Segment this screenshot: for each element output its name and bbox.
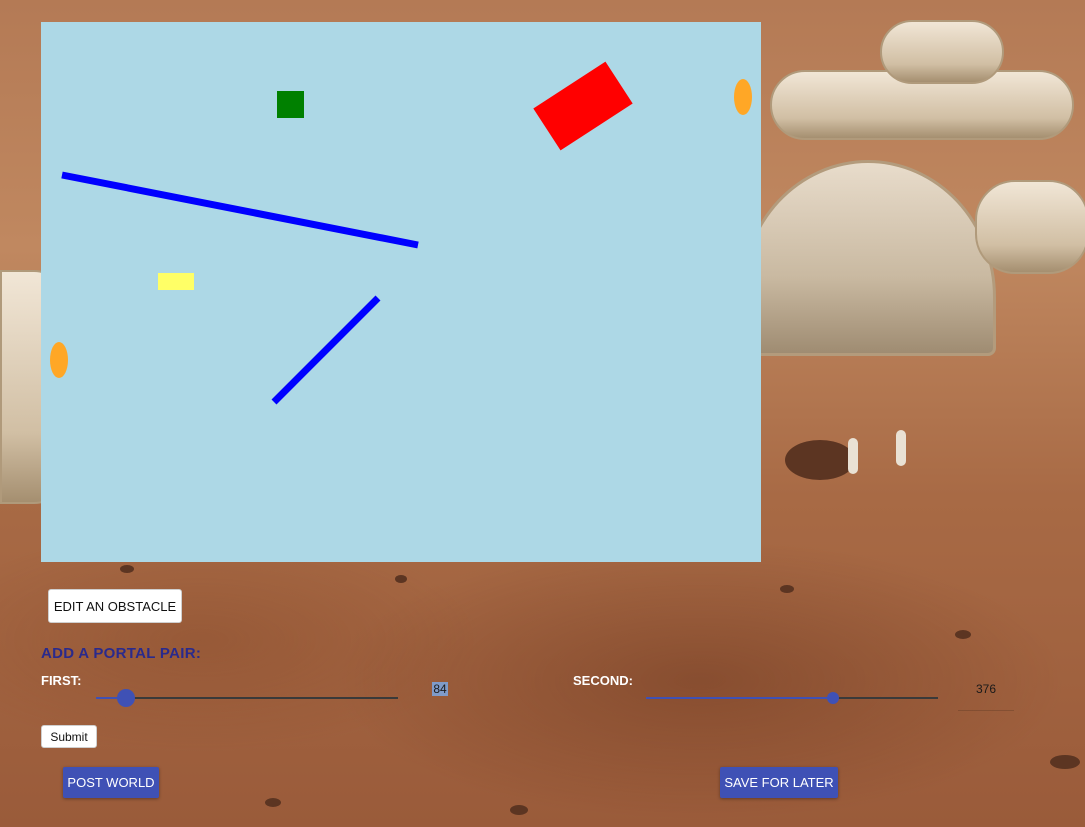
save-for-later-button[interactable]: SAVE FOR LATER: [720, 767, 838, 798]
astronaut-figure: [848, 438, 858, 474]
second-value-field[interactable]: 376: [958, 682, 1014, 696]
second-slider-fill: [646, 697, 833, 699]
world-canvas-drawing: [50, 61, 752, 405]
second-label: SECOND:: [573, 673, 633, 688]
first-slider[interactable]: [96, 689, 398, 707]
pebble: [265, 798, 281, 807]
pebble: [955, 630, 971, 639]
submit-button[interactable]: Submit: [41, 725, 97, 748]
pebble: [780, 585, 794, 593]
red-obstacle[interactable]: [533, 61, 633, 151]
pebble: [395, 575, 407, 583]
pebble: [510, 805, 528, 815]
first-label: FIRST:: [41, 673, 82, 688]
pebble: [120, 565, 134, 573]
portal-pair-heading: ADD A PORTAL PAIR:: [41, 645, 202, 662]
second-slider-thumb[interactable]: [826, 692, 839, 704]
edit-obstacle-button[interactable]: EDIT AN OBSTACLE: [48, 589, 182, 623]
first-value: 84: [432, 682, 448, 696]
boulder: [785, 440, 855, 480]
pebble: [1050, 755, 1080, 769]
second-value-underline: [958, 710, 1014, 711]
second-slider[interactable]: [646, 692, 938, 704]
portal-right[interactable]: [734, 79, 752, 115]
first-value-field[interactable]: 84: [418, 682, 462, 696]
green-obstacle[interactable]: [277, 91, 304, 118]
habitat-tower: [880, 20, 1004, 84]
yellow-obstacle[interactable]: [158, 273, 194, 290]
post-world-button[interactable]: POST WORLD: [63, 767, 159, 798]
astronaut-figure: [896, 430, 906, 466]
greenhouse-dome: [740, 160, 996, 356]
second-value: 376: [975, 682, 997, 696]
habitat-module: [975, 180, 1085, 274]
world-canvas[interactable]: [41, 22, 761, 562]
blue-line-obstacle[interactable]: [61, 171, 419, 249]
blue-line-obstacle[interactable]: [271, 295, 381, 405]
portal-left[interactable]: [50, 342, 68, 378]
